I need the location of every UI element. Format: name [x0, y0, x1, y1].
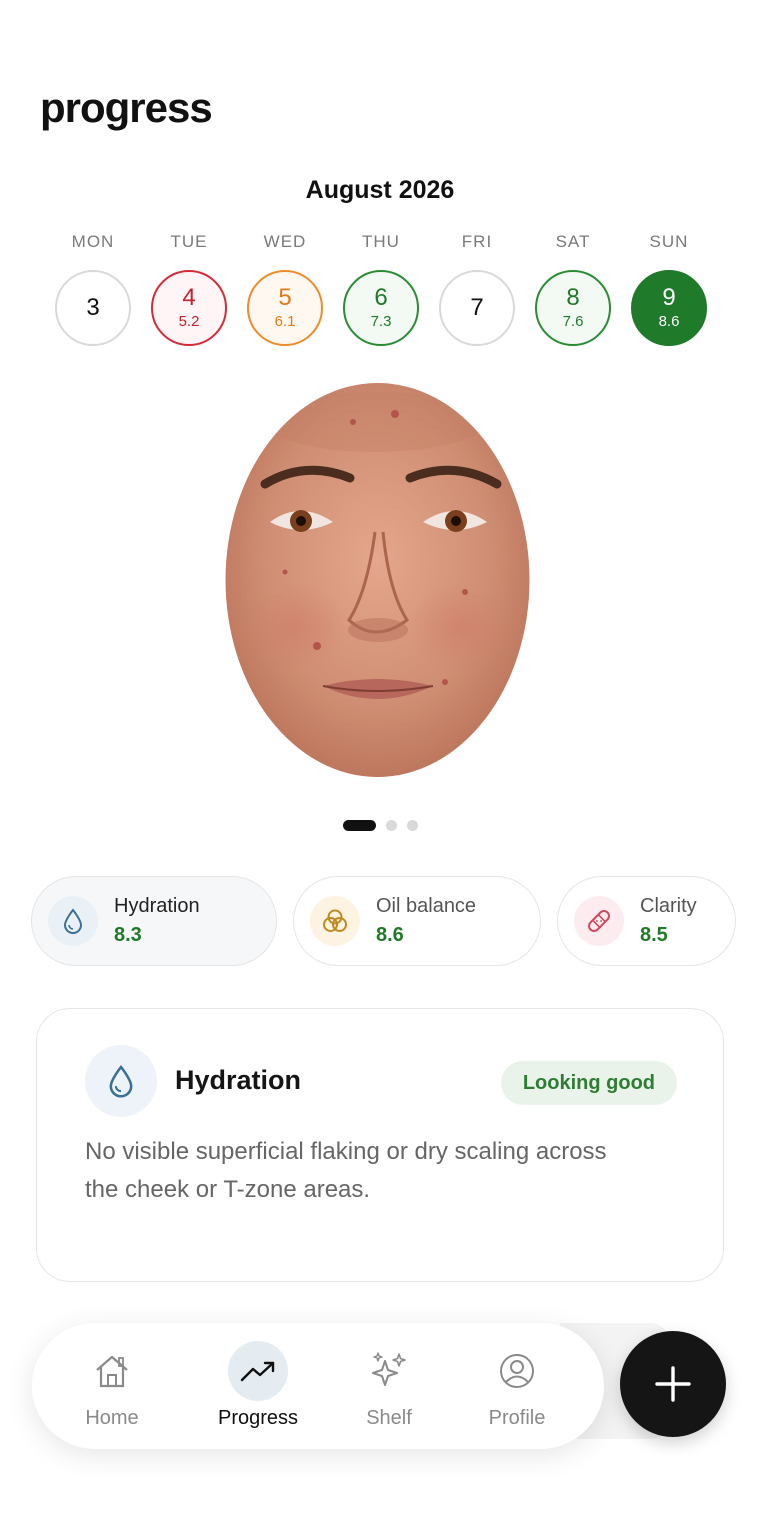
sparkles-icon	[359, 1341, 419, 1401]
weekday-label: WED	[263, 232, 307, 251]
bandage-icon	[574, 896, 624, 946]
day-mon[interactable]: MON 3	[46, 230, 140, 346]
metric-name: Clarity	[640, 895, 697, 917]
day-sat[interactable]: SAT 8 7.6	[526, 230, 620, 346]
day-circle[interactable]: 3	[55, 270, 131, 346]
day-circle[interactable]: 4 5.2	[151, 270, 227, 346]
day-thu[interactable]: THU 6 7.3	[334, 230, 428, 346]
detail-card: Hydration Looking good No visible superf…	[36, 1008, 724, 1282]
day-date: 3	[86, 294, 100, 321]
carousel-dot[interactable]	[406, 820, 418, 831]
day-fri[interactable]: FRI 7	[430, 230, 524, 346]
metric-chip-oil-balance[interactable]: Oil balance 8.6	[293, 876, 541, 966]
day-date: 5	[278, 284, 292, 311]
tab-progress[interactable]: Progress	[202, 1323, 314, 1449]
metric-chip-clarity[interactable]: Clarity 8.5	[557, 876, 736, 966]
day-score: 8.6	[658, 313, 680, 330]
day-circle[interactable]: 8 7.6	[535, 270, 611, 346]
weekday-label: MON	[71, 232, 115, 251]
day-date: 4	[182, 284, 196, 311]
weekday-label: TUE	[170, 232, 208, 251]
day-date: 8	[566, 284, 580, 311]
day-score: 6.1	[274, 313, 296, 330]
month-title: August 2026	[305, 176, 455, 204]
status-badge: Looking good	[500, 1061, 677, 1105]
metric-value: 8.3	[114, 924, 142, 946]
day-circle-selected[interactable]: 9 8.6	[631, 270, 707, 346]
tab-label: Home	[85, 1407, 139, 1429]
week-strip: MON 3 TUE 4 5.2 WED 5 6.1 THU 6 7.3 FRI …	[46, 230, 716, 346]
plus-icon	[655, 1366, 691, 1402]
page-title: progress	[40, 84, 213, 131]
face-scan-image[interactable]	[225, 382, 530, 778]
day-date: 7	[470, 294, 484, 321]
bottom-tab-bar: Home Progress Shelf Profile	[32, 1323, 604, 1449]
day-score: 5.2	[178, 313, 200, 330]
tab-shelf[interactable]: Shelf	[352, 1323, 426, 1449]
face-illustration	[225, 383, 530, 777]
tab-label: Shelf	[366, 1407, 412, 1429]
water-drop-icon	[48, 896, 98, 946]
weekday-label: FRI	[461, 232, 493, 251]
day-score: 7.3	[370, 313, 392, 330]
detail-description: No visible superficial flaking or dry sc…	[85, 1138, 607, 1203]
home-icon	[82, 1341, 142, 1401]
tab-label: Profile	[488, 1407, 546, 1429]
metric-value: 8.5	[640, 924, 668, 946]
day-date: 9	[662, 284, 676, 311]
weekday-label: SAT	[555, 232, 591, 251]
metric-chips: Hydration 8.3 Oil balance 8.6 Clarity 8.…	[31, 876, 736, 968]
tab-home[interactable]: Home	[72, 1323, 152, 1449]
oil-balance-icon	[310, 896, 360, 946]
carousel-dot-active[interactable]	[342, 820, 376, 831]
water-drop-icon	[85, 1045, 157, 1117]
add-button[interactable]	[620, 1331, 726, 1437]
weekday-label: SUN	[649, 232, 689, 251]
day-date: 6	[374, 284, 388, 311]
day-score: 7.6	[562, 313, 584, 330]
day-circle[interactable]: 7	[439, 270, 515, 346]
user-icon	[487, 1341, 547, 1401]
carousel-dots	[0, 820, 760, 831]
metric-value: 8.6	[376, 924, 404, 946]
day-wed[interactable]: WED 5 6.1	[238, 230, 332, 346]
metric-name: Oil balance	[376, 895, 477, 917]
trend-icon	[228, 1341, 288, 1401]
day-tue[interactable]: TUE 4 5.2	[142, 230, 236, 346]
tab-label: Progress	[217, 1407, 299, 1429]
metric-name: Hydration	[114, 895, 200, 917]
day-circle[interactable]: 6 7.3	[343, 270, 419, 346]
weekday-label: THU	[362, 232, 400, 251]
day-circle[interactable]: 5 6.1	[247, 270, 323, 346]
tab-profile[interactable]: Profile	[476, 1323, 558, 1449]
day-sun[interactable]: SUN 9 8.6	[622, 230, 716, 346]
detail-title: Hydration	[175, 1065, 302, 1095]
metric-chip-hydration[interactable]: Hydration 8.3	[31, 876, 277, 966]
carousel-dot[interactable]	[385, 820, 397, 831]
